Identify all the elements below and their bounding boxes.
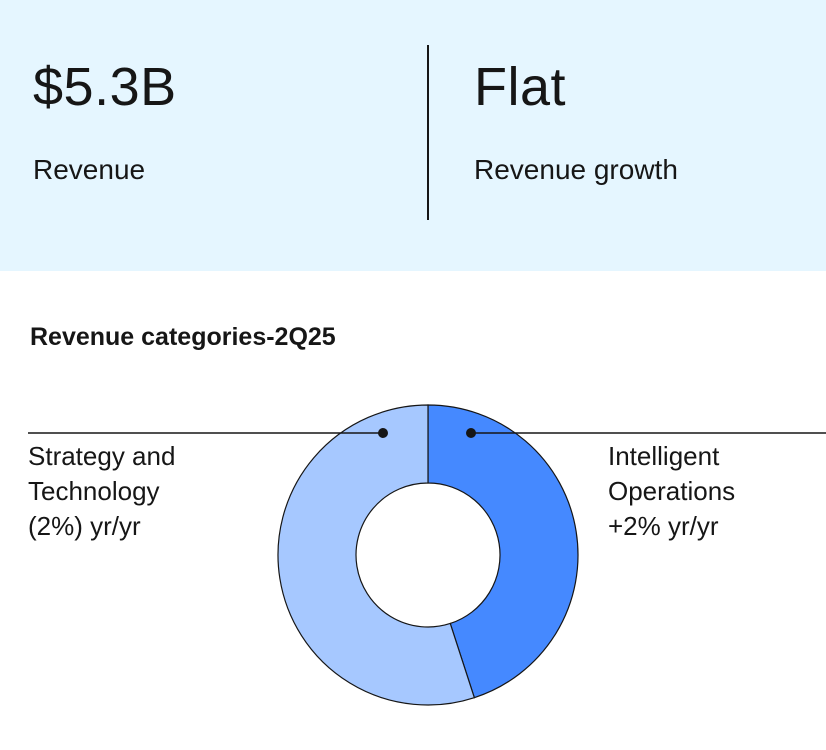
revenue-growth-label: Revenue growth [474,154,678,185]
revenue-kpi: $5.3B Revenue [33,60,177,184]
kpi-divider [427,45,429,220]
strategy-and-technology-marker [378,428,388,438]
kpi-panel: $5.3B Revenue Flat Revenue growth [0,0,826,271]
revenue-growth-value: Flat [474,57,567,117]
intelligent-operations-label: Intelligent Operations +2% yr/yr [608,441,736,541]
revenue-categories-donut-chart: Strategy and Technology (2%) yr/yr Intel… [0,380,826,750]
revenue-label: Revenue [33,154,146,185]
donut-chart-svg [28,404,826,706]
strategy-and-technology-label: Strategy and Technology (2%) yr/yr [28,441,176,541]
intelligent-operations-marker [466,428,476,438]
revenue-value: $5.3B [33,57,177,117]
revenue-categories-title: Revenue categories-2Q25 [30,323,336,351]
revenue-growth-kpi: Flat Revenue growth [474,60,678,184]
